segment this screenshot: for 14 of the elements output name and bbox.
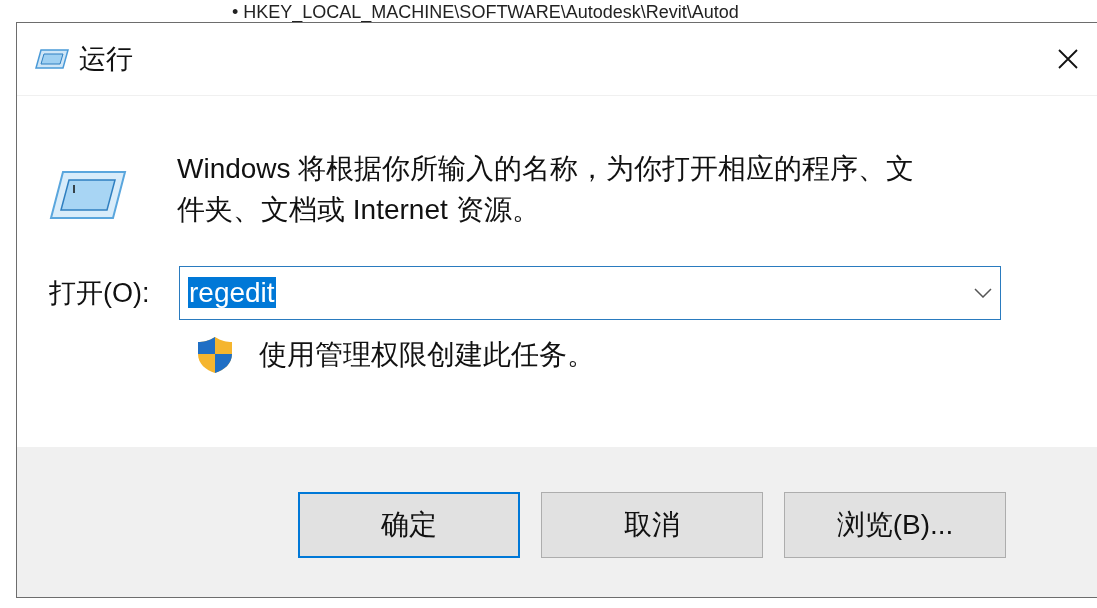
- dialog-button[interactable]: 浏览(B)...: [784, 492, 1006, 558]
- dialog-button[interactable]: 确定: [298, 492, 520, 558]
- dialog-button[interactable]: 取消: [541, 492, 763, 558]
- description-text: Windows 将根据你所输入的名称，为你打开相应的程序、文件夹、文档或 Internet 资源。: [177, 152, 916, 227]
- close-icon[interactable]: [1057, 48, 1079, 70]
- open-label: 打开(O):: [49, 277, 151, 310]
- admin-note-text: 使用管理权限创建此任务。: [259, 338, 595, 372]
- document-text: • HKEY_LOCAL_MACHINE\SOFTWARE\Autodesk\Revit\Autod: [232, 2, 739, 22]
- chevron-down-icon[interactable]: [974, 288, 992, 298]
- open-combo-field[interactable]: regedit: [179, 266, 1001, 320]
- run-icon: [49, 170, 127, 220]
- window-title: 运行: [79, 43, 134, 76]
- shield-icon: [197, 336, 233, 374]
- run-icon: [35, 48, 69, 70]
